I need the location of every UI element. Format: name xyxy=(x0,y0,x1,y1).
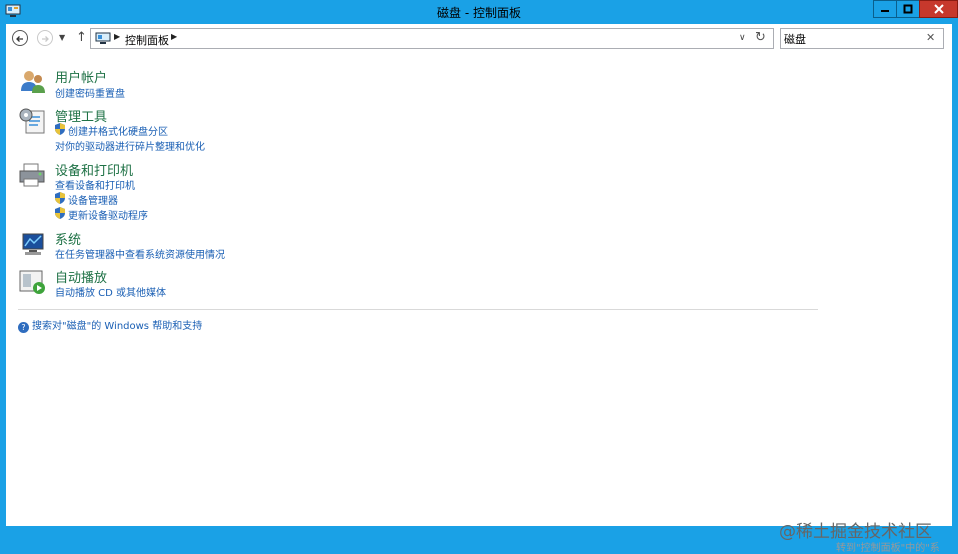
task-link[interactable]: 查看设备和打印机 xyxy=(55,177,135,192)
forward-button[interactable] xyxy=(37,30,53,46)
navigation-bar: ▼ ↑ ▶ 控制面板 ▶ ∨ ↻ ✕ xyxy=(6,24,952,52)
recent-locations-dropdown[interactable]: ▼ xyxy=(59,33,65,42)
control-panel-window: ▼ ↑ ▶ 控制面板 ▶ ∨ ↻ ✕ xyxy=(6,24,952,554)
maximize-button[interactable] xyxy=(896,0,920,18)
back-button[interactable] xyxy=(12,30,28,46)
category-title[interactable]: 用户帐户 xyxy=(55,67,107,86)
system-icon xyxy=(22,233,44,255)
search-box[interactable]: ✕ xyxy=(780,28,944,49)
windows-help-link[interactable]: ? 搜索对"磁盘"的 Windows 帮助和支持 xyxy=(18,317,202,333)
chevron-down-icon: ▼ xyxy=(59,33,66,42)
up-button[interactable]: ↑ xyxy=(76,30,87,45)
watermark-overlay-text: 转到"控制面板"中的"系 xyxy=(836,543,940,554)
user-accounts-icon xyxy=(21,71,45,93)
divider xyxy=(18,309,818,310)
address-bar[interactable]: ▶ 控制面板 ▶ ∨ ↻ xyxy=(90,28,774,49)
task-link[interactable]: 创建密码重置盘 xyxy=(55,85,125,100)
autoplay-icon xyxy=(19,270,45,294)
uac-shield-icon xyxy=(55,207,65,219)
minimize-icon xyxy=(881,10,889,12)
refresh-icon[interactable]: ↻ xyxy=(755,30,766,45)
results-pane: 用户帐户 创建密码重置盘 管理工具 创建并格式化硬盘分区 对你的驱动器进行碎片整… xyxy=(6,52,952,554)
title-bar: 磁盘 - 控制面板 xyxy=(0,0,958,24)
help-link-text[interactable]: 搜索对"磁盘"的 Windows 帮助和支持 xyxy=(32,321,202,332)
task-link[interactable]: 在任务管理器中查看系统资源使用情况 xyxy=(55,246,225,261)
task-link[interactable]: 创建并格式化硬盘分区 xyxy=(68,123,168,138)
minimize-button[interactable] xyxy=(873,0,897,18)
administrative-tools-icon xyxy=(19,108,45,134)
task-link[interactable]: 自动播放 CD 或其他媒体 xyxy=(55,284,166,299)
task-link[interactable]: 更新设备驱动程序 xyxy=(68,207,148,222)
task-link[interactable]: 对你的驱动器进行碎片整理和优化 xyxy=(55,138,205,153)
arrow-right-icon xyxy=(42,36,49,42)
breadcrumb-chevron-icon[interactable]: ▶ xyxy=(114,32,120,41)
maximize-icon xyxy=(903,4,913,14)
close-icon xyxy=(933,4,944,14)
uac-shield-icon xyxy=(55,192,65,204)
help-icon: ? xyxy=(18,322,29,333)
breadcrumb-control-panel[interactable]: 控制面板 xyxy=(125,32,169,48)
window-title: 磁盘 - 控制面板 xyxy=(437,6,521,20)
close-button[interactable] xyxy=(919,0,958,18)
devices-printers-icon xyxy=(19,163,45,187)
clear-search-icon[interactable]: ✕ xyxy=(926,31,935,44)
arrow-left-icon xyxy=(16,36,23,42)
control-panel-icon xyxy=(95,32,111,44)
breadcrumb-chevron-icon[interactable]: ▶ xyxy=(171,32,177,41)
arrow-up-icon: ↑ xyxy=(76,30,87,45)
task-link[interactable]: 设备管理器 xyxy=(68,192,118,207)
search-input[interactable] xyxy=(784,31,918,46)
chevron-down-icon[interactable]: ∨ xyxy=(739,33,746,43)
uac-shield-icon xyxy=(55,123,65,135)
